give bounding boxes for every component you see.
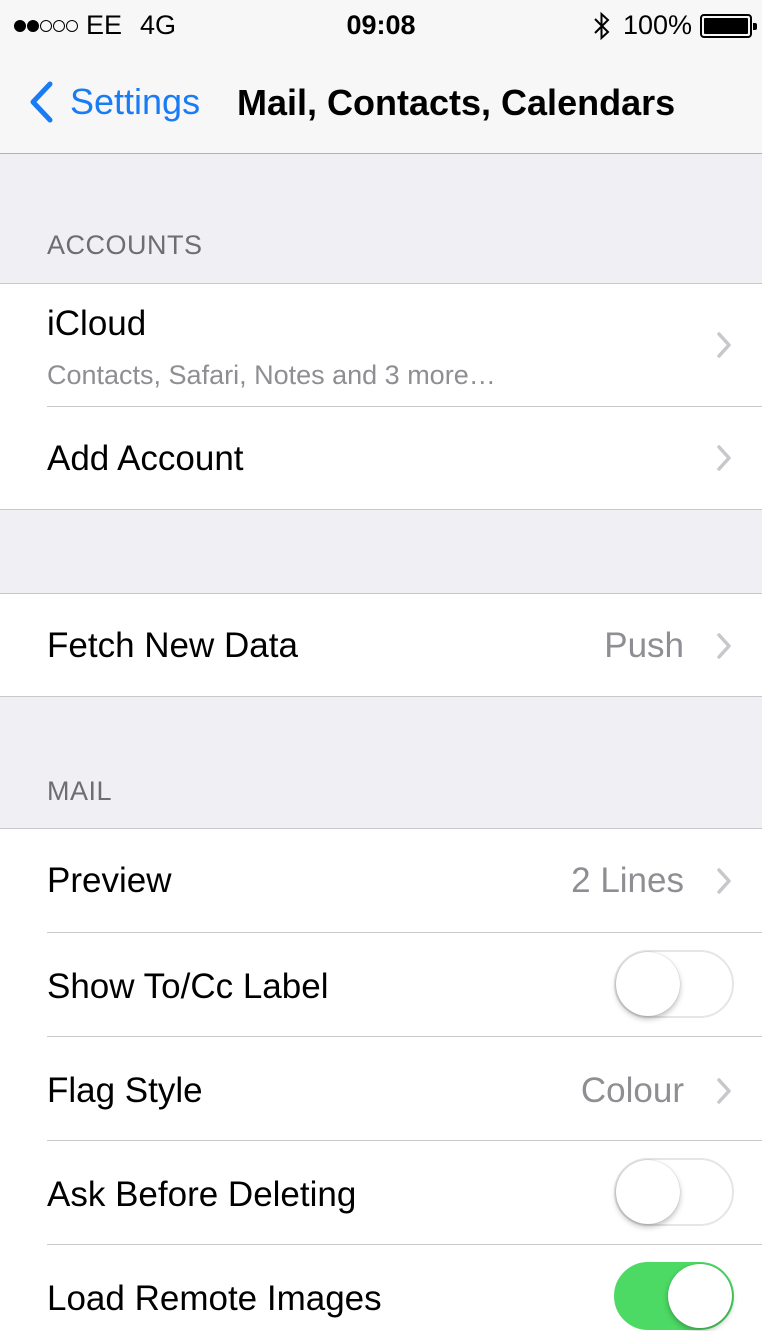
battery-percent: 100% (622, 10, 692, 40)
back-button-label: Settings (70, 81, 201, 122)
flag-style-value: Colour (580, 1071, 684, 1110)
show-to-cc-label-label: Show To/Cc Label (47, 967, 329, 1006)
toggle-knob (616, 952, 680, 1016)
mail-group: Preview 2 Lines Show To/Cc Label Flag St… (0, 828, 762, 1331)
accounts-group: iCloud Contacts, Safari, Notes and 3 mor… (0, 283, 762, 510)
bluetooth-icon (594, 11, 610, 40)
account-row-icloud[interactable]: iCloud Contacts, Safari, Notes and 3 mor… (0, 284, 762, 406)
chevron-right-icon (717, 868, 731, 894)
account-detail: Contacts, Safari, Notes and 3 more… (47, 360, 496, 390)
navigation-bar: Settings Mail, Contacts, Calendars (0, 52, 762, 154)
preview-label: Preview (47, 861, 172, 900)
chevron-right-icon (717, 1078, 731, 1104)
back-button[interactable]: Settings (28, 80, 200, 124)
chevron-right-icon (717, 332, 731, 358)
load-remote-images-label: Load Remote Images (47, 1279, 382, 1318)
page-title: Mail, Contacts, Calendars (237, 82, 676, 123)
fetch-new-data-label: Fetch New Data (47, 626, 298, 665)
chevron-right-icon (717, 633, 731, 659)
load-remote-images-row: Load Remote Images (0, 1244, 762, 1331)
preview-row[interactable]: Preview 2 Lines (0, 829, 762, 932)
flag-style-row[interactable]: Flag Style Colour (0, 1036, 762, 1140)
ask-before-deleting-toggle[interactable] (614, 1158, 734, 1226)
account-name: iCloud (47, 304, 147, 343)
section-header-mail: MAIL (47, 776, 113, 806)
flag-style-label: Flag Style (47, 1071, 203, 1110)
show-to-cc-label-row: Show To/Cc Label (0, 932, 762, 1036)
toggle-knob (668, 1264, 732, 1328)
status-bar: EE 4G 09:08 100% (0, 0, 762, 52)
add-account-row[interactable]: Add Account (0, 406, 762, 509)
ask-before-deleting-row: Ask Before Deleting (0, 1140, 762, 1244)
show-to-cc-label-toggle[interactable] (614, 950, 734, 1018)
section-header-accounts: ACCOUNTS (47, 230, 203, 260)
fetch-new-data-row[interactable]: Fetch New Data Push (0, 594, 762, 696)
chevron-left-icon (30, 81, 53, 123)
chevron-right-icon (717, 445, 731, 471)
preview-value: 2 Lines (571, 861, 684, 900)
status-right: 100% (591, 10, 757, 41)
fetch-new-data-value: Push (604, 626, 684, 665)
add-account-label: Add Account (47, 439, 244, 478)
ask-before-deleting-label: Ask Before Deleting (47, 1175, 357, 1214)
battery-icon (700, 13, 757, 38)
fetch-group: Fetch New Data Push (0, 593, 762, 697)
load-remote-images-toggle[interactable] (614, 1262, 734, 1330)
toggle-knob (616, 1160, 680, 1224)
